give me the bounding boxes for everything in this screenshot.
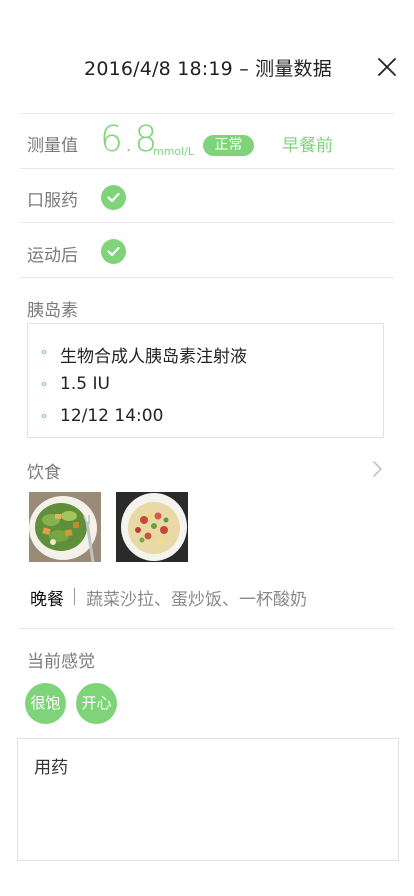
insulin-time: 12/12 14:00 — [60, 406, 164, 426]
oral-medicine-label: 口服药 — [27, 191, 78, 211]
chevron-right-icon[interactable] — [372, 460, 384, 478]
insulin-name: 生物合成人胰岛素注射液 — [60, 347, 247, 367]
divider — [20, 277, 394, 278]
insulin-dose: 1.5 IU — [60, 374, 110, 394]
mood-chip-happy[interactable]: 开心 — [76, 683, 117, 724]
divider — [20, 222, 394, 223]
check-icon — [101, 239, 126, 264]
measurement-label: 测量值 — [27, 136, 78, 156]
page-title: 2016/4/8 18:19 – 测量数据 — [84, 58, 332, 80]
bullet-icon — [42, 414, 46, 418]
meal-items: 蔬菜沙拉、蛋炒饭、一杯酸奶 — [86, 590, 307, 610]
notes-field[interactable]: 用药 — [17, 738, 399, 861]
after-exercise-label: 运动后 — [27, 246, 78, 266]
divider — [74, 588, 75, 605]
check-icon — [101, 185, 126, 210]
meal-name: 晚餐 — [30, 590, 64, 610]
divider — [20, 168, 394, 169]
bullet-icon — [42, 382, 46, 386]
measurement-detail-page: 2016/4/8 18:19 – 测量数据 测量值 6.8 mmol/L 正常 … — [0, 0, 414, 896]
notes-text: 用药 — [34, 758, 68, 778]
measurement-unit: mmol/L — [153, 145, 195, 158]
mood-chip-full[interactable]: 很饱 — [25, 683, 66, 724]
insulin-list: 生物合成人胰岛素注射液 1.5 IU 12/12 14:00 — [27, 323, 384, 438]
insulin-label: 胰岛素 — [27, 301, 78, 321]
meal-timing: 早餐前 — [282, 136, 333, 156]
divider — [20, 628, 394, 629]
measurement-value: 6.8 — [100, 119, 158, 160]
diet-label: 饮食 — [27, 463, 61, 483]
bullet-icon — [42, 350, 46, 354]
close-icon[interactable] — [376, 56, 398, 78]
salad-photo[interactable] — [29, 492, 101, 562]
fried-rice-photo[interactable] — [116, 492, 188, 562]
divider — [20, 113, 394, 114]
status-badge: 正常 — [203, 135, 254, 156]
feeling-label: 当前感觉 — [27, 652, 95, 672]
